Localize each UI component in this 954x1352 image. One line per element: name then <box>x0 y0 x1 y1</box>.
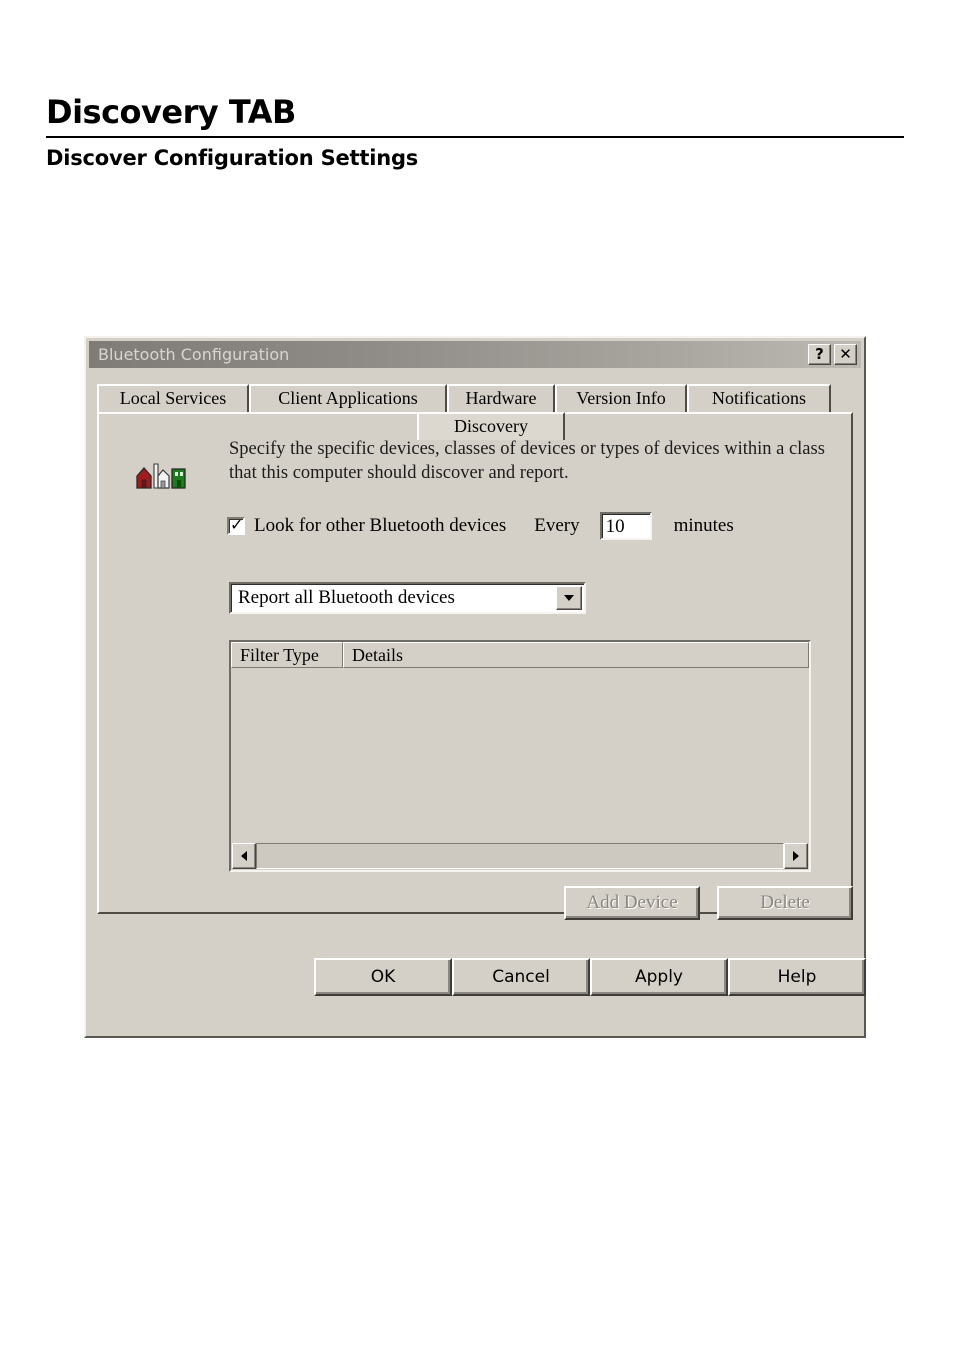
arrow-right-icon[interactable] <box>784 843 808 869</box>
every-label: Every <box>534 515 580 536</box>
apply-button[interactable]: Apply <box>590 958 728 996</box>
tab-version-info[interactable]: Version Info <box>555 384 687 412</box>
arrow-right-glyph <box>793 851 799 861</box>
bluetooth-configuration-dialog: Bluetooth Configuration ? ✕ Local Servic… <box>84 336 866 1038</box>
titlebar-button-group: ? ✕ <box>808 344 861 365</box>
tab-local-services[interactable]: Local Services <box>97 384 249 412</box>
filter-list-header: Filter Type Details <box>231 642 809 668</box>
filter-list-body[interactable] <box>231 668 809 840</box>
tab-discovery[interactable]: Discovery <box>417 412 565 440</box>
checkmark-icon: ✓ <box>230 515 244 534</box>
discovery-tab-panel: Specify the specific devices, classes of… <box>97 412 853 920</box>
tab-row-top: Local Services Client Applications Hardw… <box>97 384 853 412</box>
look-for-devices-checkbox[interactable]: ✓ <box>227 515 245 535</box>
title-divider <box>46 135 904 138</box>
close-icon-button[interactable]: ✕ <box>834 344 857 365</box>
look-for-devices-row: ✓ Look for other Bluetooth devices Every… <box>227 512 734 540</box>
dialog-titlebar[interactable]: Bluetooth Configuration ? ✕ <box>89 341 861 368</box>
tab-hardware[interactable]: Hardware <box>447 384 555 412</box>
tab-client-applications[interactable]: Client Applications <box>249 384 447 412</box>
column-header-details[interactable]: Details <box>343 642 809 668</box>
device-report-filter-combobox[interactable]: Report all Bluetooth devices <box>229 582 586 614</box>
filter-list-view[interactable]: Filter Type Details <box>229 640 811 872</box>
arrow-left-glyph <box>241 851 247 861</box>
ok-button[interactable]: OK <box>314 958 452 996</box>
horizontal-scrollbar[interactable] <box>232 843 808 869</box>
scrollbar-track[interactable] <box>256 843 784 869</box>
buildings-icon <box>136 463 186 489</box>
arrow-left-icon[interactable] <box>232 843 256 869</box>
column-header-filter-type[interactable]: Filter Type <box>231 642 343 668</box>
add-device-button[interactable]: Add Device <box>564 886 700 920</box>
chevron-down-icon[interactable] <box>556 586 582 610</box>
page-subtitle: Discover Configuration Settings <box>46 145 419 170</box>
device-report-filter-value: Report all Bluetooth devices <box>238 587 455 608</box>
page-title: Discovery TAB <box>46 93 296 131</box>
tab-notifications[interactable]: Notifications <box>687 384 831 412</box>
interval-minutes-input[interactable]: 10 <box>599 512 652 540</box>
help-button[interactable]: Help <box>728 958 866 996</box>
minutes-label: minutes <box>673 515 734 536</box>
document-heading: Discovery TAB Discover Configuration Set… <box>46 93 906 170</box>
chevron-down-glyph <box>564 595 574 601</box>
cancel-button[interactable]: Cancel <box>452 958 590 996</box>
delete-button[interactable]: Delete <box>717 886 853 920</box>
dialog-title: Bluetooth Configuration <box>98 345 290 364</box>
look-for-devices-label: Look for other Bluetooth devices <box>254 515 507 536</box>
help-icon-button[interactable]: ? <box>808 344 831 365</box>
discovery-description: Specify the specific devices, classes of… <box>229 439 825 483</box>
